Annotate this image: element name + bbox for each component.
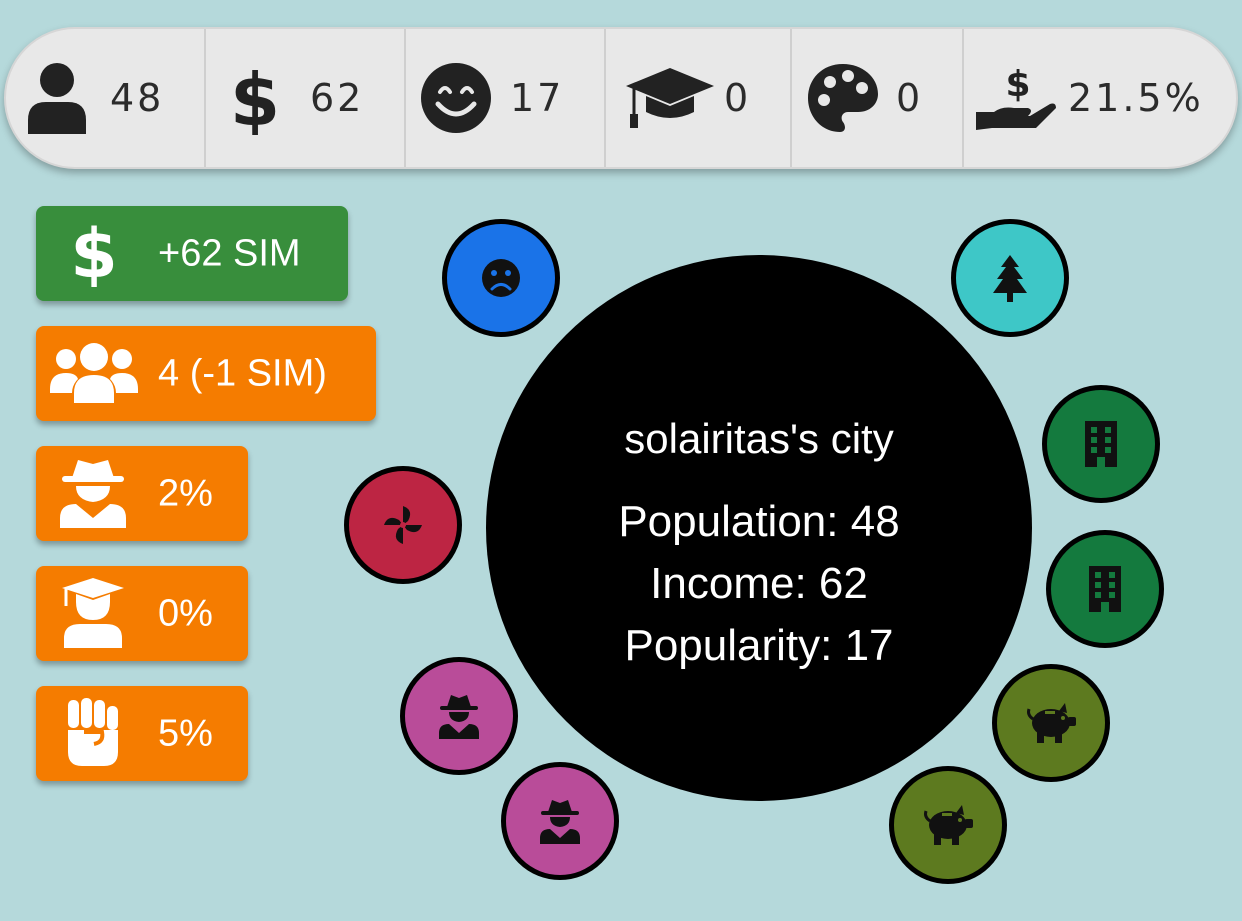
smile-icon xyxy=(420,62,492,134)
protest-button[interactable]: 5% xyxy=(36,686,248,781)
people-label: 4 (-1 SIM) xyxy=(158,352,327,394)
building-bank[interactable] xyxy=(889,766,1007,884)
svg-text:$: $ xyxy=(1005,64,1030,105)
money-value: 62 xyxy=(310,76,365,120)
dollar-icon: $ xyxy=(70,215,117,294)
building-unhappy[interactable] xyxy=(442,219,560,337)
piggy-bank-icon xyxy=(922,803,974,847)
building-spy-agency[interactable] xyxy=(400,657,518,775)
tree-icon xyxy=(991,253,1029,303)
crime-button[interactable]: 2% xyxy=(36,446,248,541)
graduate-icon xyxy=(60,576,126,652)
building-icon xyxy=(1085,564,1125,614)
spy-icon xyxy=(437,693,481,739)
person-icon xyxy=(26,62,88,134)
fan-icon xyxy=(382,504,424,546)
spy-icon xyxy=(538,798,582,844)
people-button[interactable]: 4 (-1 SIM) xyxy=(36,326,376,421)
building-icon xyxy=(1081,419,1121,469)
income-button[interactable]: $ +62 SIM xyxy=(36,206,348,301)
crime-label: 2% xyxy=(158,472,213,514)
population-value: 48 xyxy=(110,76,165,120)
stat-happiness[interactable]: 17 xyxy=(406,29,606,167)
happiness-value: 17 xyxy=(510,76,565,120)
building-office[interactable] xyxy=(1042,385,1160,503)
spy-icon xyxy=(58,456,128,532)
svg-text:$: $ xyxy=(230,61,280,135)
stat-tax-rate[interactable]: $ 21.5% xyxy=(964,29,1236,167)
frown-icon xyxy=(481,258,521,298)
palette-icon xyxy=(806,62,880,134)
hand-money-icon: $ xyxy=(974,62,1058,134)
income-label: +62 SIM xyxy=(158,232,301,274)
city-circle[interactable]: solairitas's city Population: 48 Income:… xyxy=(486,255,1032,801)
stat-culture[interactable]: 0 xyxy=(792,29,964,167)
education-button[interactable]: 0% xyxy=(36,566,248,661)
building-fan[interactable] xyxy=(344,466,462,584)
education-label: 0% xyxy=(158,592,213,634)
city-name: solairitas's city xyxy=(624,415,894,462)
culture-value: 0 xyxy=(896,76,924,120)
piggy-bank-icon xyxy=(1025,701,1077,745)
stat-population[interactable]: 48 xyxy=(6,29,206,167)
city-population: Population: 48 xyxy=(618,497,900,546)
city-income: Income: 62 xyxy=(650,559,868,608)
building-spy-agency[interactable] xyxy=(501,762,619,880)
building-park[interactable] xyxy=(951,219,1069,337)
graduation-cap-icon xyxy=(624,64,716,132)
stat-money[interactable]: $ 62 xyxy=(206,29,406,167)
city-popularity: Popularity: 17 xyxy=(624,621,894,670)
tax-rate-value: 21.5% xyxy=(1068,76,1204,120)
stat-education[interactable]: 0 xyxy=(606,29,792,167)
svg-text:$: $ xyxy=(72,217,116,287)
building-office[interactable] xyxy=(1046,530,1164,648)
stats-bar: 48 $ 62 17 0 0 $ 21.5% xyxy=(4,27,1238,169)
protest-label: 5% xyxy=(158,712,213,754)
education-value: 0 xyxy=(724,76,752,120)
building-bank[interactable] xyxy=(992,664,1110,782)
raised-fist-icon xyxy=(64,696,122,772)
users-icon xyxy=(48,341,140,407)
dollar-icon: $ xyxy=(230,61,280,135)
